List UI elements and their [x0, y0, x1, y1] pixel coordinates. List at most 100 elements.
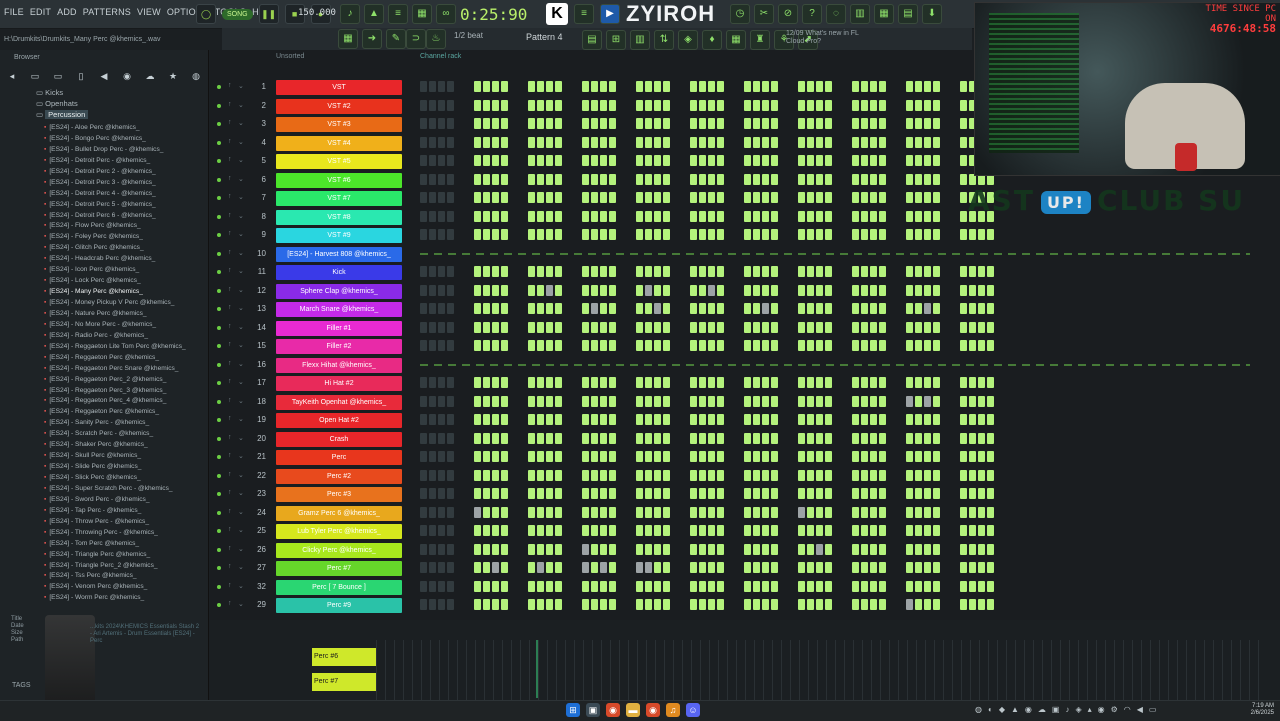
step-button[interactable] [816, 599, 823, 610]
step-button[interactable] [501, 414, 508, 425]
step-button[interactable] [600, 118, 607, 129]
mute-icon[interactable]: ↑ [228, 360, 232, 367]
step-button[interactable] [807, 99, 814, 111]
step-button[interactable] [771, 192, 778, 203]
step-button[interactable] [699, 414, 706, 425]
step-button[interactable] [591, 543, 598, 555]
step-button[interactable] [924, 525, 931, 536]
step-button[interactable] [798, 395, 805, 407]
step-button[interactable] [870, 155, 877, 166]
step-button[interactable] [879, 284, 886, 296]
step-button[interactable] [708, 118, 715, 129]
step-button[interactable] [987, 340, 994, 351]
pause-button[interactable]: ❚❚ [258, 4, 279, 24]
step-button[interactable] [591, 155, 598, 166]
step-button[interactable] [420, 340, 427, 351]
step-button[interactable] [798, 340, 805, 351]
step-button[interactable] [807, 118, 814, 129]
step-button[interactable] [753, 155, 760, 166]
step-button[interactable] [708, 81, 715, 92]
step-button[interactable] [699, 99, 706, 111]
step-button[interactable] [492, 210, 499, 222]
step-button[interactable] [429, 469, 436, 481]
step-button[interactable] [744, 432, 751, 444]
step-button[interactable] [969, 451, 976, 462]
tray-icon[interactable]: ◉ [1025, 705, 1032, 714]
step-button[interactable] [861, 99, 868, 111]
step-button[interactable] [987, 506, 994, 518]
step-button[interactable] [483, 340, 490, 351]
step-button[interactable] [609, 321, 616, 333]
step-button[interactable] [609, 284, 616, 296]
step-button[interactable] [654, 229, 661, 240]
step-button[interactable] [555, 192, 562, 203]
step-button[interactable] [708, 155, 715, 166]
step-button[interactable] [816, 229, 823, 240]
step-button[interactable] [879, 266, 886, 277]
step-button[interactable] [915, 118, 922, 129]
step-button[interactable] [753, 451, 760, 462]
step-button[interactable] [933, 543, 940, 555]
step-button[interactable] [591, 488, 598, 499]
step-button[interactable] [546, 543, 553, 555]
step-button[interactable] [906, 99, 913, 111]
step-button[interactable] [906, 284, 913, 296]
step-button[interactable] [762, 414, 769, 425]
step-button[interactable] [546, 210, 553, 222]
step-button[interactable] [474, 395, 481, 407]
step-button[interactable] [852, 303, 859, 314]
step-button[interactable] [753, 525, 760, 536]
step-button[interactable] [969, 414, 976, 425]
step-button[interactable] [978, 580, 985, 592]
step-button[interactable] [528, 562, 535, 573]
step-button[interactable] [636, 525, 643, 536]
step-button[interactable] [933, 562, 940, 573]
step-button[interactable] [924, 99, 931, 111]
step-button[interactable] [906, 414, 913, 425]
step-button[interactable] [591, 118, 598, 129]
step-button[interactable] [600, 414, 607, 425]
pan-icon[interactable]: ⌄ [238, 249, 244, 257]
step-button[interactable] [555, 266, 562, 277]
step-button[interactable] [906, 321, 913, 333]
step-button[interactable] [447, 340, 454, 351]
step-button[interactable] [690, 414, 697, 425]
step-button[interactable] [654, 395, 661, 407]
step-button[interactable] [420, 451, 427, 462]
step-button[interactable] [717, 543, 724, 555]
step-button[interactable] [960, 136, 967, 148]
step-button[interactable] [447, 321, 454, 333]
step-button[interactable] [501, 506, 508, 518]
step-button[interactable] [825, 136, 832, 148]
step-button[interactable] [636, 266, 643, 277]
step-button[interactable] [492, 506, 499, 518]
step-button[interactable] [870, 469, 877, 481]
step-button[interactable] [537, 155, 544, 166]
step-button[interactable] [591, 303, 598, 314]
step-button[interactable] [483, 543, 490, 555]
pattern-tool-4-icon[interactable]: ⇅ [654, 30, 674, 50]
step-button[interactable] [663, 173, 670, 185]
step-button[interactable] [645, 192, 652, 203]
step-button[interactable] [555, 321, 562, 333]
mute-icon[interactable]: ↑ [228, 600, 232, 607]
step-button[interactable] [492, 136, 499, 148]
step-button[interactable] [636, 118, 643, 129]
browser-file[interactable]: [ES24] - Flow Perc @khemics_ [44, 221, 186, 232]
step-button[interactable] [537, 99, 544, 111]
mute-icon[interactable]: ↑ [228, 341, 232, 348]
step-button[interactable] [537, 377, 544, 388]
step-button[interactable] [816, 210, 823, 222]
step-button[interactable] [969, 284, 976, 296]
step-button[interactable] [546, 432, 553, 444]
mute-icon[interactable]: ↑ [228, 175, 232, 182]
step-button[interactable] [429, 506, 436, 518]
channel-name-button[interactable]: Perc #3 [276, 487, 402, 502]
step-button[interactable] [591, 321, 598, 333]
step-button[interactable] [537, 488, 544, 499]
step-button[interactable] [474, 525, 481, 536]
step-button[interactable] [978, 266, 985, 277]
step-button[interactable] [447, 99, 454, 111]
browser-file[interactable]: [ES24] - Reggaeton Perc_4 @khemics_ [44, 396, 186, 407]
step-button[interactable] [924, 395, 931, 407]
